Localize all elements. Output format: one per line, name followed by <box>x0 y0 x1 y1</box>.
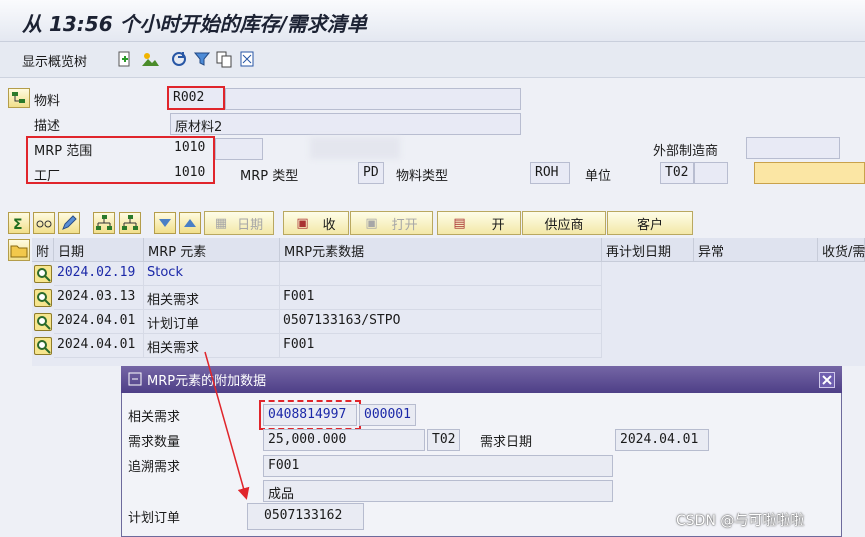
watermark: CSDN @与可啦啦啦 <box>676 513 805 529</box>
annotation-arrow <box>204 351 250 500</box>
